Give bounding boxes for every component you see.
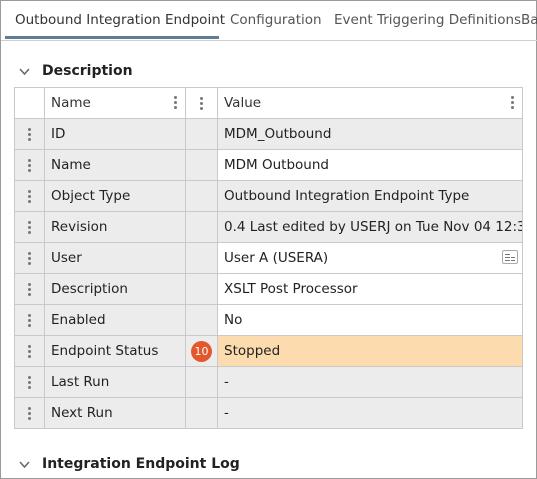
chevron-down-icon[interactable]: [19, 459, 30, 470]
table-row[interactable]: Last Run -: [14, 366, 523, 398]
column-menu-icon[interactable]: [174, 96, 177, 109]
tab-bar: Outbound Integration Endpoint Configurat…: [1, 1, 537, 41]
row-name: User: [51, 250, 82, 266]
row-drag-handle[interactable]: [14, 397, 45, 429]
row-drag-handle[interactable]: [14, 149, 45, 181]
row-drag-handle[interactable]: [14, 335, 45, 367]
row-name: Revision: [51, 219, 108, 235]
table-row[interactable]: Name MDM Outbound: [14, 149, 523, 181]
active-tab-indicator: [5, 36, 219, 39]
row-status-cell: [185, 273, 218, 305]
tab-overflow[interactable]: Ba: [521, 12, 537, 28]
drag-handle-icon[interactable]: [15, 119, 44, 149]
row-status-cell: [185, 397, 218, 429]
description-table: Name Value ID MDM_Outbound Name MDM Outb…: [14, 87, 523, 429]
row-name: Name: [51, 157, 91, 173]
table-row[interactable]: User User A (USERA): [14, 242, 523, 274]
drag-handle-icon[interactable]: [15, 181, 44, 211]
column-header-name-label: Name: [51, 95, 91, 111]
row-name: Description: [51, 281, 128, 297]
row-drag-handle[interactable]: [14, 180, 45, 212]
tab-outbound-integration-endpoint[interactable]: Outbound Integration Endpoint: [15, 12, 225, 28]
log-section-title: Integration Endpoint Log: [42, 456, 240, 472]
row-value-input[interactable]: MDM Outbound: [218, 150, 522, 180]
row-status-cell: [185, 149, 218, 181]
row-drag-handle[interactable]: [14, 118, 45, 150]
row-value: 0.4 Last edited by USERJ on Tue Nov 04 1…: [224, 219, 522, 235]
log-section-header[interactable]: Integration Endpoint Log: [19, 456, 240, 472]
drag-handle-icon[interactable]: [15, 150, 44, 180]
row-name: Next Run: [51, 405, 113, 421]
row-drag-handle[interactable]: [14, 273, 45, 305]
row-drag-handle[interactable]: [14, 211, 45, 243]
row-value: MDM_Outbound: [224, 126, 332, 142]
row-status-cell: [185, 211, 218, 243]
description-section-title: Description: [42, 63, 133, 79]
drag-handle-icon[interactable]: [15, 243, 44, 273]
column-menu-icon[interactable]: [511, 96, 514, 109]
user-picker-icon[interactable]: [502, 250, 518, 264]
row-value-input[interactable]: User A (USERA): [218, 243, 522, 273]
row-status-cell: [185, 366, 218, 398]
row-value-input[interactable]: No: [218, 305, 522, 335]
drag-handle-icon[interactable]: [15, 305, 44, 335]
status-badge: 10: [191, 340, 212, 362]
table-header-row: Name Value: [14, 87, 523, 119]
table-row[interactable]: Enabled No: [14, 304, 523, 336]
row-status-cell: [185, 118, 218, 150]
column-menu-icon[interactable]: [186, 88, 217, 118]
table-row[interactable]: ID MDM_Outbound: [14, 118, 523, 150]
column-header-name[interactable]: Name: [44, 87, 186, 119]
row-value-input[interactable]: XSLT Post Processor: [218, 274, 522, 304]
row-value: -: [224, 405, 229, 421]
row-drag-handle[interactable]: [14, 304, 45, 336]
column-header-value-label: Value: [224, 95, 262, 111]
row-value: Outbound Integration Endpoint Type: [224, 188, 470, 204]
column-header-value[interactable]: Value: [217, 87, 523, 119]
tab-configuration[interactable]: Configuration: [230, 12, 322, 28]
row-name: Enabled: [51, 312, 106, 328]
row-status-cell: [185, 304, 218, 336]
row-drag-handle[interactable]: [14, 366, 45, 398]
description-section-header[interactable]: Description: [19, 63, 133, 79]
drag-handle-icon[interactable]: [15, 274, 44, 304]
row-name: ID: [51, 126, 66, 142]
table-row[interactable]: Endpoint Status 10 Stopped: [14, 335, 523, 367]
table-row[interactable]: Revision 0.4 Last edited by USERJ on Tue…: [14, 211, 523, 243]
row-drag-handle[interactable]: [14, 242, 45, 274]
chevron-down-icon[interactable]: [19, 66, 30, 77]
column-header-icon[interactable]: [185, 87, 218, 119]
tab-event-triggering-definitions[interactable]: Event Triggering Definitions: [334, 12, 521, 28]
drag-handle-icon[interactable]: [15, 398, 44, 428]
drag-handle-icon[interactable]: [15, 367, 44, 397]
table-row[interactable]: Next Run -: [14, 397, 523, 429]
header-drag-cell: [14, 87, 45, 119]
row-name: Endpoint Status: [51, 343, 159, 359]
row-status-cell: 10: [185, 335, 218, 367]
table-row[interactable]: Object Type Outbound Integration Endpoin…: [14, 180, 523, 212]
row-name: Last Run: [51, 374, 110, 390]
user-value: User A (USERA): [224, 250, 329, 266]
drag-handle-icon[interactable]: [15, 212, 44, 242]
table-row[interactable]: Description XSLT Post Processor: [14, 273, 523, 305]
row-status-cell: [185, 242, 218, 274]
row-value: -: [224, 374, 229, 390]
row-name: Object Type: [51, 188, 131, 204]
drag-handle-icon[interactable]: [15, 336, 44, 366]
row-status-cell: [185, 180, 218, 212]
row-value: Stopped: [224, 343, 281, 359]
